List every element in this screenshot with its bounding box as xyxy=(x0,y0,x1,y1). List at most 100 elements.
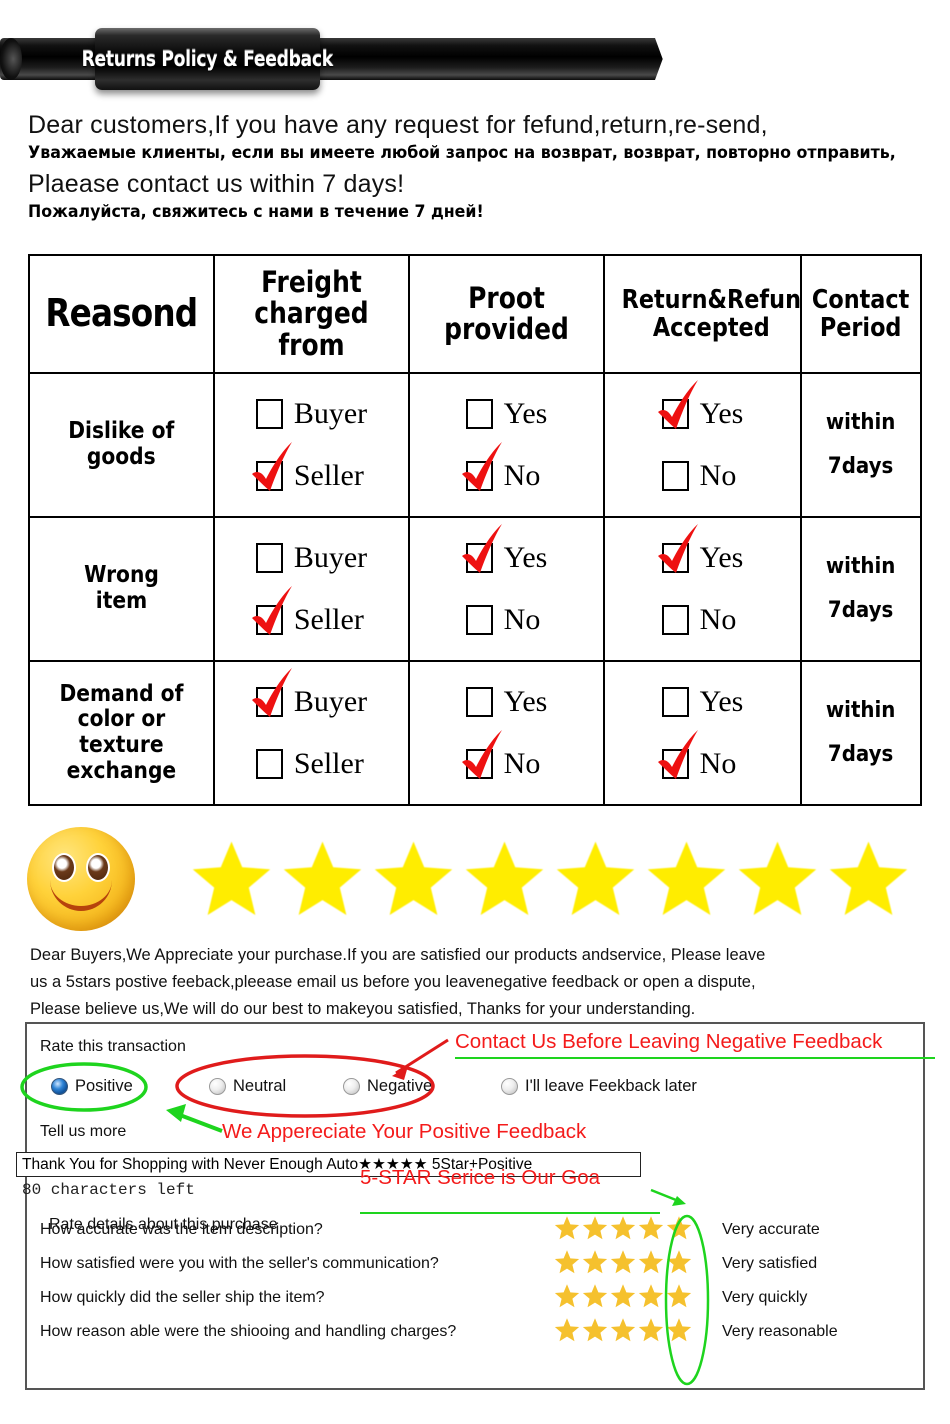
radio-label: Neutral xyxy=(233,1077,287,1095)
header-label: Contact xyxy=(812,284,910,315)
rating-radio-group[interactable]: Positive Neutral Negative I'll leave Feekba… xyxy=(39,1077,769,1109)
option-label: Yes xyxy=(699,541,744,574)
cell-proof: Yes No xyxy=(408,372,605,518)
freight-option[interactable]: Buyer xyxy=(255,527,368,589)
rating-stars[interactable] xyxy=(554,1249,692,1275)
star-icon xyxy=(666,1250,692,1274)
detail-rating-row: How accurate was the item description? Ve… xyxy=(22,1215,897,1249)
star-icon xyxy=(554,1216,580,1240)
refund-option[interactable]: No xyxy=(657,730,744,795)
detail-ratings-list: How accurate was the item description? Ve… xyxy=(22,1215,897,1351)
tell-us-more-label: Tell us more xyxy=(40,1123,127,1140)
rating-question: How satisfied were you with the seller's… xyxy=(40,1255,439,1272)
rating-value: Very satisfied xyxy=(722,1255,818,1272)
header-label: Return&Refun xyxy=(621,284,801,315)
checkbox xyxy=(461,524,502,573)
option-label: Yes xyxy=(503,397,548,430)
header-cell-proof: Proot provided xyxy=(408,254,605,374)
checkbox xyxy=(465,399,493,429)
smiley-face-icon xyxy=(27,827,135,931)
refund-option-list: Yes No xyxy=(657,380,744,507)
header-label: charged xyxy=(254,296,369,331)
refund-option[interactable]: No xyxy=(661,445,744,507)
freight-option[interactable]: Buyer xyxy=(251,668,367,733)
star-icon xyxy=(192,841,271,915)
banner-title: Returns Policy & Feedback xyxy=(81,47,334,71)
star-icon xyxy=(554,1250,580,1274)
checkbox xyxy=(255,749,283,779)
option-label: Seller xyxy=(293,459,364,492)
option-label: Seller xyxy=(293,747,364,780)
checkbox xyxy=(251,586,292,635)
proof-option[interactable]: Yes xyxy=(465,383,548,445)
star-icon xyxy=(666,1318,692,1342)
rating-value: Very quickly xyxy=(722,1289,808,1306)
header-cell-period: Contact Period xyxy=(800,254,922,374)
rating-value: Very accurate xyxy=(722,1221,820,1238)
radio-dot[interactable] xyxy=(343,1078,360,1095)
option-label: Yes xyxy=(503,685,548,718)
cell-freight: Buyer Seller xyxy=(213,372,410,518)
proof-option[interactable]: No xyxy=(465,589,548,651)
refund-option[interactable]: Yes xyxy=(657,380,743,445)
characters-left-counter: 80 characters left xyxy=(22,1181,195,1199)
refund-option-list: Yes No xyxy=(657,671,744,795)
radio-i-ll-leave-feekback-later[interactable]: I'll leave Feekback later xyxy=(501,1077,697,1096)
star-icon xyxy=(283,841,362,915)
radio-label: Negative xyxy=(367,1077,433,1095)
refund-option[interactable]: No xyxy=(661,589,744,651)
checkbox xyxy=(661,605,689,635)
refund-option[interactable]: Yes xyxy=(661,671,744,733)
star-icon xyxy=(738,841,817,915)
option-label: Yes xyxy=(503,541,548,574)
proof-option[interactable]: Yes xyxy=(465,671,548,733)
proof-option-list: Yes No xyxy=(461,671,548,795)
rating-stars[interactable] xyxy=(554,1215,692,1241)
proof-option[interactable]: No xyxy=(461,442,548,507)
big-star-row xyxy=(190,833,910,929)
star-icon xyxy=(582,1284,608,1308)
radio-dot[interactable] xyxy=(501,1078,518,1095)
header-label: Proot xyxy=(468,280,545,315)
radio-positive[interactable]: Positive xyxy=(51,1077,133,1096)
option-label: No xyxy=(699,747,737,780)
detail-rating-row: How satisfied were you with the seller's… xyxy=(22,1249,897,1283)
freight-option[interactable]: Buyer xyxy=(255,383,367,445)
radio-neutral[interactable]: Neutral xyxy=(209,1077,286,1096)
radio-label: I'll leave Feekback later xyxy=(525,1077,697,1095)
proof-option-list: Yes No xyxy=(461,524,548,651)
detail-rating-row: How quickly did the seller ship the item… xyxy=(22,1283,897,1317)
proof-option[interactable]: No xyxy=(461,730,548,795)
radio-dot[interactable] xyxy=(51,1078,68,1095)
reason-label: Demand of color or texture exchange xyxy=(59,680,184,784)
star-icon xyxy=(647,841,726,915)
cell-proof: Yes No xyxy=(408,660,605,806)
freight-option[interactable]: Seller xyxy=(255,733,367,795)
detail-rating-row: How reason able were the shiooing and ha… xyxy=(22,1317,897,1351)
star-icon xyxy=(610,1318,636,1342)
star-icon xyxy=(610,1250,636,1274)
star-icon xyxy=(556,841,635,915)
option-label: Buyer xyxy=(293,541,368,574)
checkbox xyxy=(465,687,493,717)
option-label: Yes xyxy=(699,685,744,718)
appreciation-paragraph: Dear Buyers,We Appreciate your purchase.… xyxy=(30,942,930,1023)
intro-line2-ru: Пожалуйста, свяжитесь с нами в течение 7… xyxy=(28,202,484,223)
freight-option[interactable]: Seller xyxy=(251,442,367,507)
intro-line2-en: Plaease contact us within 7 days! xyxy=(28,170,405,199)
refund-option[interactable]: Yes xyxy=(657,524,744,589)
cell-refund: Yes No xyxy=(603,516,802,662)
rating-stars[interactable] xyxy=(554,1283,692,1309)
rating-stars[interactable] xyxy=(554,1317,692,1343)
table-row: Dislike of goods Buyer Seller Yes No Yes No with… xyxy=(28,372,922,518)
reason-label: Wrong item xyxy=(84,562,159,614)
star-icon xyxy=(666,1216,692,1240)
cell-reason: Wrong item xyxy=(28,516,215,662)
freight-option[interactable]: Seller xyxy=(251,586,367,651)
header-cell-freight: Freight charged from xyxy=(213,254,410,374)
radio-negative[interactable]: Negative xyxy=(343,1077,432,1096)
proof-option-list: Yes No xyxy=(461,383,548,507)
checkbox xyxy=(251,442,292,491)
radio-dot[interactable] xyxy=(209,1078,226,1095)
proof-option[interactable]: Yes xyxy=(461,524,548,589)
